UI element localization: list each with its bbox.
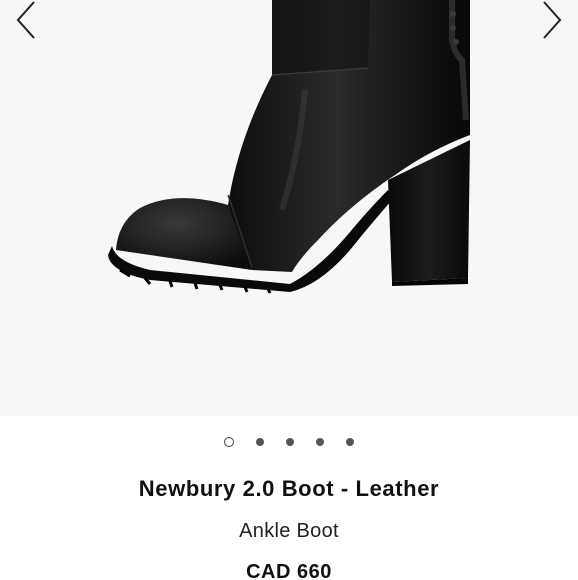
product-price: CAD 660 [246, 561, 332, 580]
pagination-dot[interactable] [224, 437, 234, 447]
previous-image-button[interactable] [6, 0, 46, 40]
product-image-gallery[interactable] [0, 0, 578, 416]
next-image-button[interactable] [532, 0, 572, 40]
pagination-dot[interactable] [346, 438, 354, 446]
chevron-right-icon [543, 1, 562, 39]
product-title: Newbury 2.0 Boot - Leather [138, 476, 440, 501]
pagination-dot[interactable] [316, 438, 324, 446]
product-image [108, 0, 470, 294]
pagination-dot[interactable] [286, 438, 294, 446]
pagination-dot[interactable] [256, 438, 264, 446]
product-subtitle: Ankle Boot [239, 520, 339, 542]
chevron-left-icon [16, 1, 35, 39]
gallery-pagination [0, 435, 578, 449]
